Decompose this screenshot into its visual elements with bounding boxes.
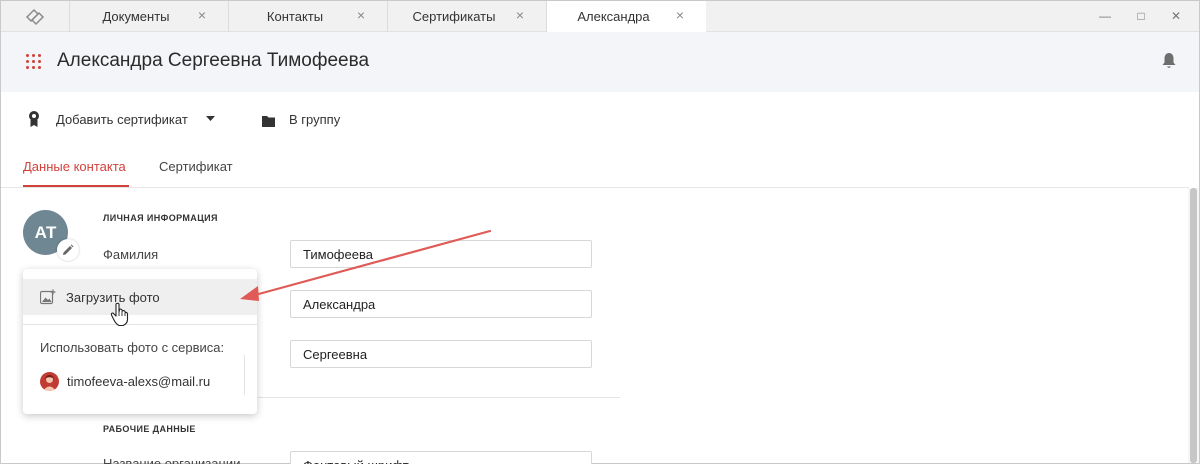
tab-certificate[interactable]: Сертификат: [159, 159, 233, 174]
app-logo-icon: [25, 8, 45, 26]
mail-account-menu-item[interactable]: timofeeva-alexs@mail.ru: [40, 372, 250, 392]
personal-section-title: ЛИЧНАЯ ИНФОРМАЦИЯ: [103, 213, 218, 223]
menu-divider: [23, 324, 257, 325]
maximize-button[interactable]: □: [1129, 5, 1153, 27]
section-divider: [258, 397, 620, 398]
tab-contact-data[interactable]: Данные контакта: [23, 159, 126, 174]
page-title: Александра Сергеевна Тимофеева: [57, 50, 370, 71]
use-service-photo-label: Использовать фото с сервиса:: [40, 340, 225, 355]
tab-alexandra[interactable]: Александра ×: [546, 1, 706, 33]
close-icon[interactable]: ×: [516, 7, 524, 23]
add-certificate-label: Добавить сертификат: [56, 112, 188, 127]
account-email: timofeeva-alexs@mail.ru: [67, 374, 211, 389]
add-certificate-button[interactable]: Добавить сертификат: [27, 110, 217, 130]
close-icon[interactable]: ×: [357, 7, 365, 23]
certificate-icon: [29, 111, 39, 127]
close-icon[interactable]: ×: [198, 7, 206, 23]
window-close-button[interactable]: ✕: [1164, 5, 1188, 27]
tab-label: Александра: [577, 9, 650, 24]
folder-icon: [262, 116, 275, 127]
edit-avatar-button[interactable]: [57, 239, 79, 261]
pencil-icon: [63, 244, 74, 255]
add-image-icon: [40, 289, 56, 305]
to-group-label: В группу: [289, 112, 341, 127]
last-name-label: Фамилия: [103, 247, 159, 262]
photo-menu: Загрузить фото Использовать фото с серви…: [23, 269, 257, 414]
tab-contacts[interactable]: Контакты ×: [228, 1, 387, 32]
tab-bar: Документы × Контакты × Сертификаты × Але…: [1, 1, 1199, 33]
tab-label: Сертификаты: [412, 9, 496, 24]
last-name-input[interactable]: [290, 240, 592, 268]
to-group-button[interactable]: В группу: [261, 110, 351, 130]
middle-name-input[interactable]: [290, 340, 592, 368]
close-icon[interactable]: ×: [676, 7, 684, 23]
first-name-input[interactable]: [290, 290, 592, 318]
menu-edge-line: [244, 355, 245, 395]
upload-photo-menu-item[interactable]: Загрузить фото: [23, 279, 257, 315]
apps-grid-icon[interactable]: [26, 54, 42, 70]
account-avatar: [40, 372, 59, 391]
tab-label: Документы: [102, 9, 170, 24]
tab-label: Контакты: [266, 9, 324, 24]
organization-input[interactable]: [290, 451, 592, 464]
chevron-down-icon: [206, 116, 215, 121]
minimize-button[interactable]: —: [1093, 5, 1117, 27]
hand-cursor-icon: [110, 302, 129, 327]
page-header: Александра Сергеевна Тимофеева: [1, 32, 1199, 92]
tab-documents[interactable]: Документы ×: [69, 1, 228, 32]
tabs-divider: [1, 187, 1189, 188]
tab-certificates[interactable]: Сертификаты ×: [387, 1, 546, 32]
organization-label: Название организации: [103, 456, 241, 464]
work-section-title: РАБОЧИЕ ДАННЫЕ: [103, 424, 196, 434]
scrollbar-thumb[interactable]: [1190, 188, 1197, 463]
bell-icon[interactable]: [1161, 52, 1177, 70]
